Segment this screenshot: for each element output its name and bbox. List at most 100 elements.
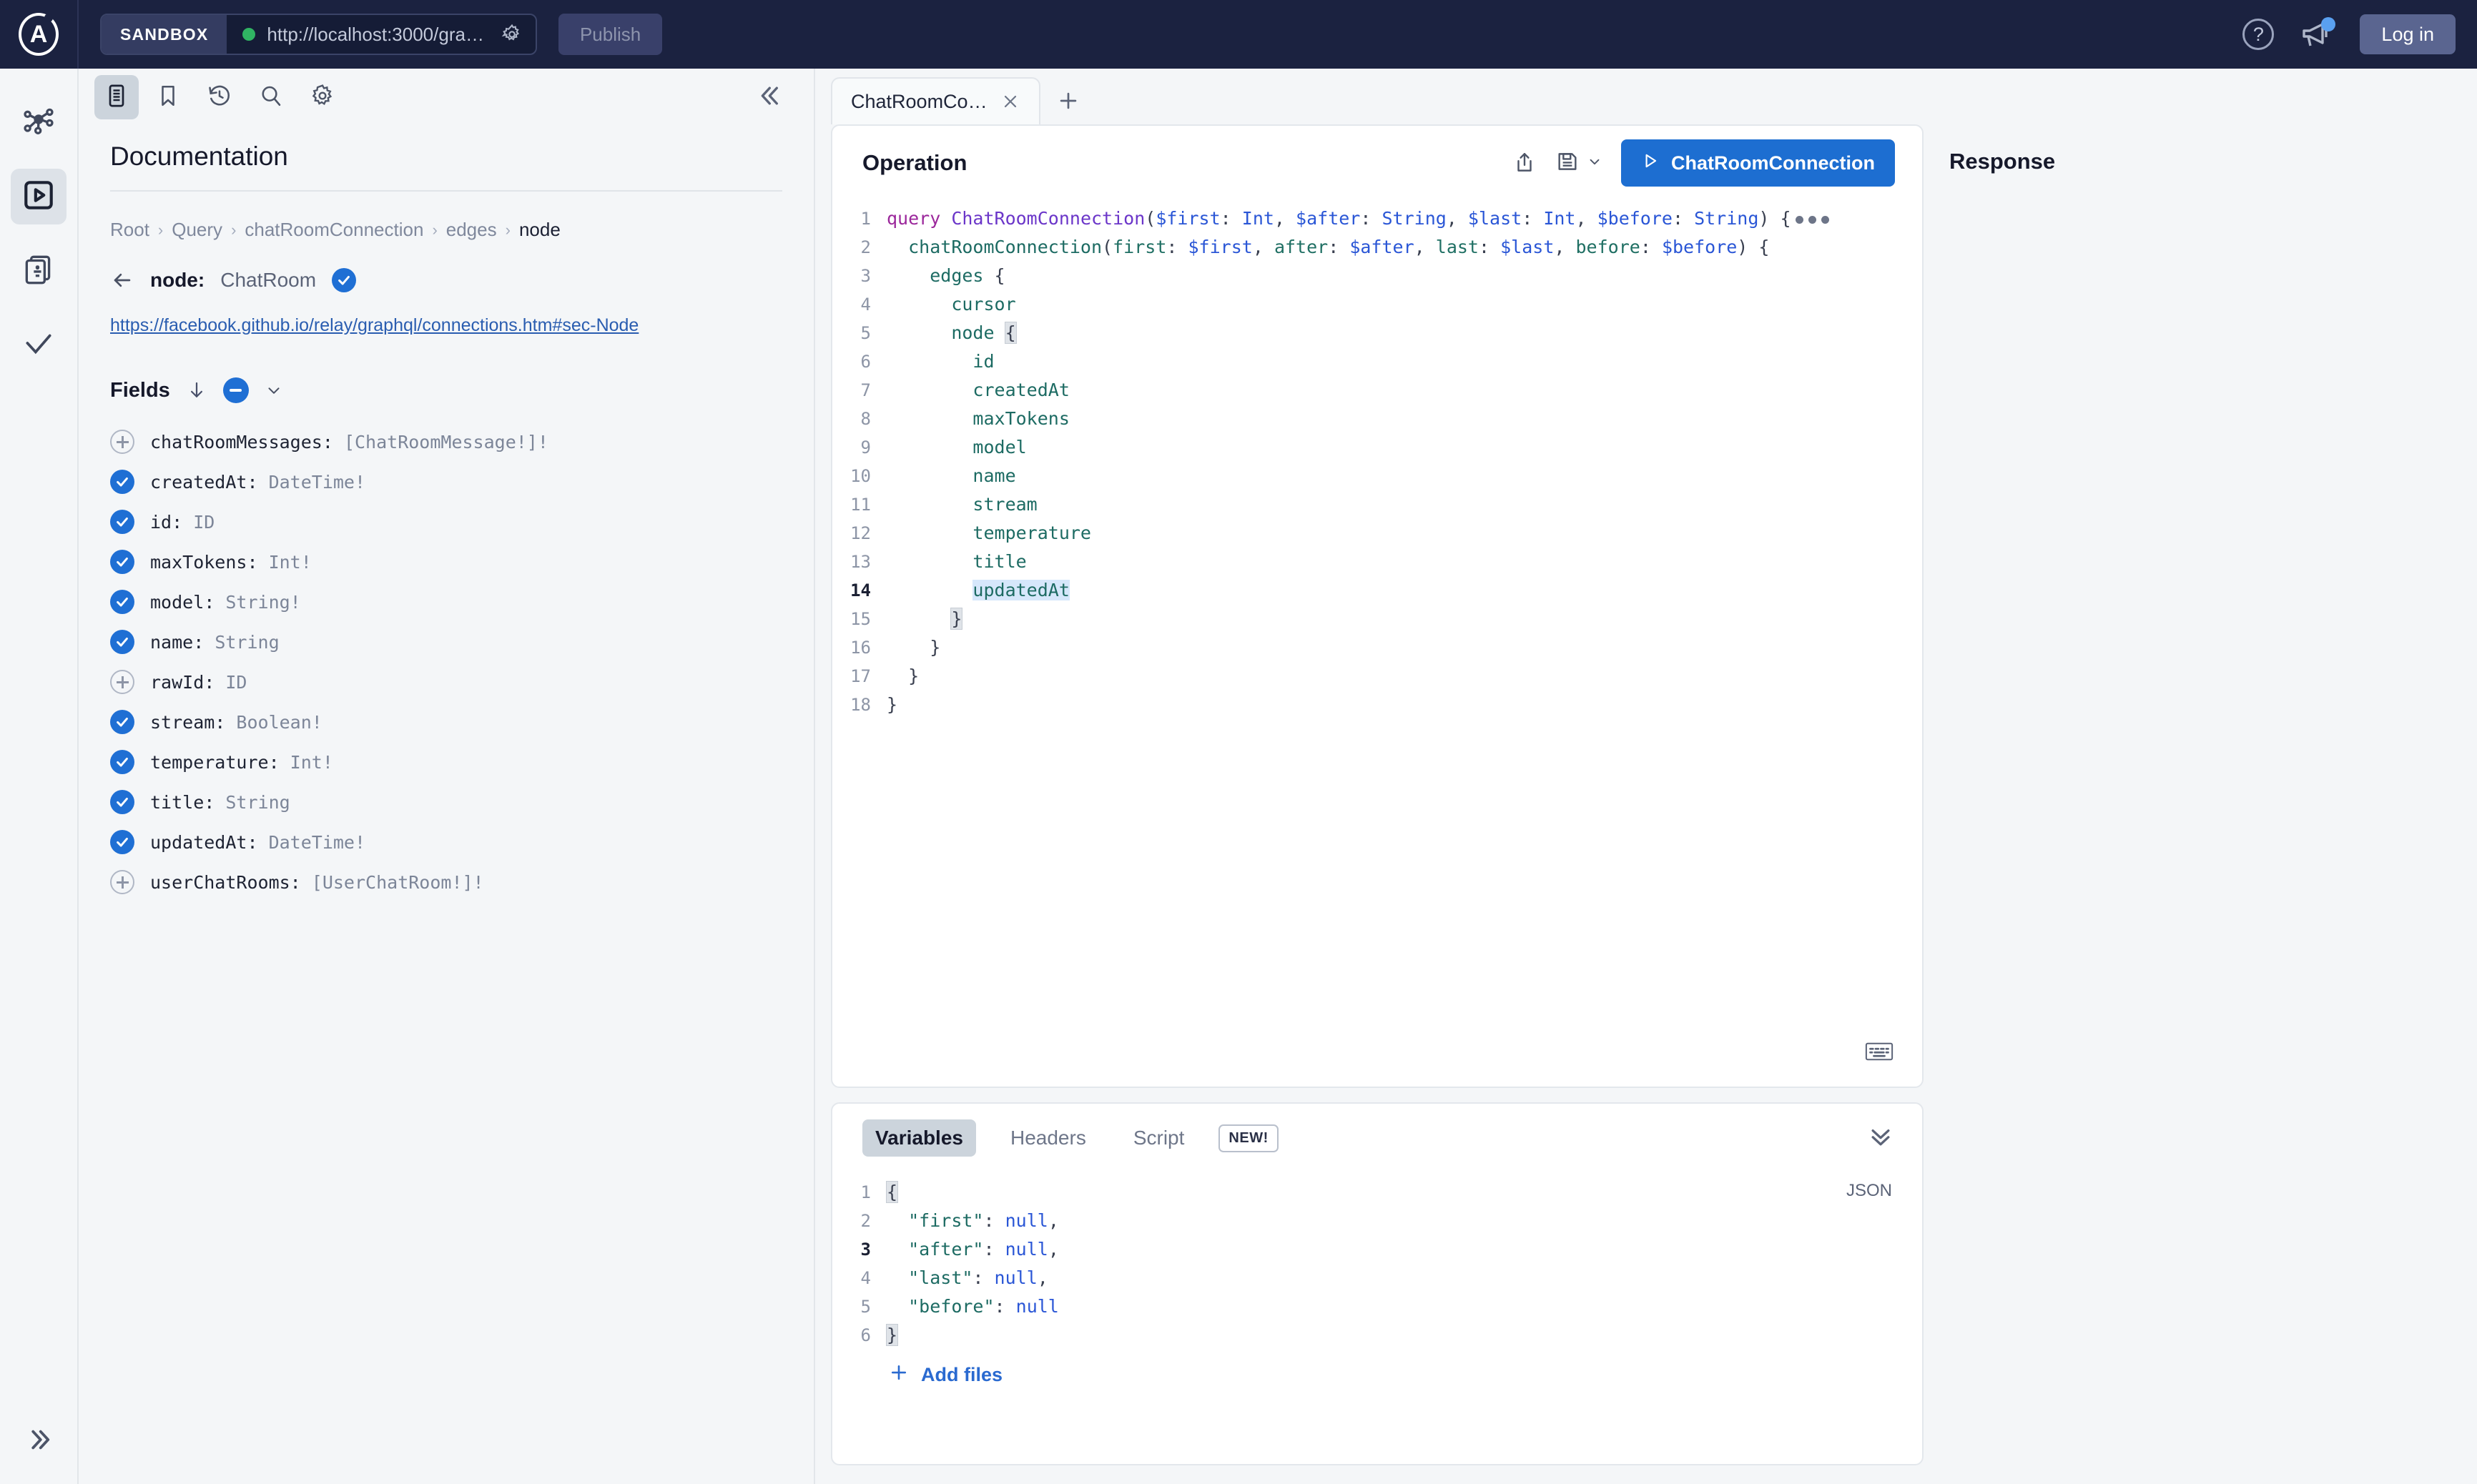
line-number: 1 (860, 1182, 871, 1202)
new-badge: NEW! (1218, 1124, 1279, 1152)
node-selected-checkbox[interactable] (332, 268, 357, 292)
field-row[interactable]: temperature: Int! (110, 742, 782, 782)
field-label: chatRoomMessages: [ChatRoomMessage!]! (150, 431, 548, 452)
page-title: Documentation (110, 126, 782, 192)
field-checkbox-checked[interactable] (110, 550, 134, 574)
field-row[interactable]: maxTokens: Int! (110, 542, 782, 582)
expand-rail-icon[interactable] (24, 1425, 54, 1458)
login-button[interactable]: Log in (2360, 14, 2456, 54)
field-add-icon[interactable] (110, 670, 134, 694)
tab-variables[interactable]: Variables (862, 1119, 976, 1157)
apollo-logo: A (0, 0, 79, 69)
publish-button[interactable]: Publish (558, 14, 663, 55)
field-checkbox-checked[interactable] (110, 470, 134, 494)
endpoint-settings-icon[interactable] (496, 24, 523, 45)
breadcrumb-item-chatroomconnection[interactable]: chatRoomConnection (245, 219, 423, 241)
operation-header: Operation ChatRoomConnection (832, 126, 1922, 200)
help-icon[interactable]: ? (2242, 19, 2275, 50)
json-line: 5 "before": null (832, 1292, 1922, 1321)
field-row[interactable]: name: String (110, 622, 782, 662)
rail-item-checks[interactable] (11, 243, 67, 299)
back-arrow-icon[interactable] (110, 268, 134, 292)
fields-list: chatRoomMessages: [ChatRoomMessage!]! cre… (110, 403, 782, 902)
field-add-icon[interactable] (110, 870, 134, 894)
field-row[interactable]: model: String! (110, 582, 782, 622)
rail-item-explorer[interactable] (11, 169, 67, 224)
docs-tab-documentation[interactable] (94, 75, 139, 119)
sort-arrow-icon[interactable] (186, 380, 207, 401)
announcements-megaphone-icon[interactable] (2300, 17, 2336, 50)
collapse-variables-icon[interactable] (1866, 1122, 1895, 1154)
rail-item-verify[interactable] (11, 317, 67, 373)
line-number: 7 (860, 380, 871, 400)
line-number: 4 (860, 1268, 871, 1288)
field-label: name: String (150, 631, 280, 653)
breadcrumb-item-edges[interactable]: edges (446, 219, 497, 241)
code-line: 2 chatRoomConnection(first: $first, afte… (832, 233, 1922, 262)
chevron-down-icon[interactable] (265, 381, 283, 400)
add-files-button[interactable]: Add files (832, 1350, 1922, 1400)
line-number: 1 (860, 209, 871, 229)
connection-status-dot (242, 28, 256, 41)
save-operation-button[interactable] (1555, 149, 1602, 177)
field-checkbox-checked[interactable] (110, 710, 134, 734)
field-checkbox-checked[interactable] (110, 630, 134, 654)
variables-editor[interactable]: 1{2 "first": null, 3 "after": null, 4 "las… (832, 1178, 1922, 1350)
tab-script[interactable]: Script (1121, 1119, 1198, 1157)
close-icon[interactable] (1000, 91, 1020, 112)
line-number: 6 (860, 1325, 871, 1345)
variables-card: Variables Headers Script NEW! JSON 1 {2… (831, 1102, 1924, 1465)
code-line: 6 id (832, 347, 1922, 376)
run-operation-label: ChatRoomConnection (1671, 152, 1875, 174)
documentation-icon (104, 83, 129, 112)
node-header: node: ChatRoom (110, 241, 782, 292)
field-row[interactable]: updatedAt: DateTime! (110, 822, 782, 862)
rail-item-graph[interactable] (11, 94, 67, 150)
field-row[interactable]: rawId: ID (110, 662, 782, 702)
line-number: 6 (860, 352, 871, 372)
field-label: maxTokens: Int! (150, 551, 312, 573)
field-row[interactable]: stream: Boolean! (110, 702, 782, 742)
json-line: 2 "first": null, (832, 1207, 1922, 1235)
add-tab-icon[interactable] (1045, 77, 1092, 124)
variables-editor-body: JSON 1{2 "first": null, 3 "after": null, 4… (832, 1172, 1922, 1464)
docs-tab-bookmarks[interactable] (146, 75, 190, 119)
left-rail (0, 69, 79, 1484)
endpoint-url[interactable]: http://localhost:3000/gra… (227, 15, 536, 54)
tab-headers[interactable]: Headers (998, 1119, 1099, 1157)
query-editor[interactable]: 1 query ChatRoomConnection($first: Int, $… (832, 200, 1922, 1087)
share-icon[interactable] (1512, 151, 1537, 175)
node-spec-link[interactable]: https://facebook.github.io/relay/graphql… (110, 292, 782, 336)
code-line: 12 temperature (832, 519, 1922, 548)
sandbox-badge: SANDBOX (102, 15, 227, 54)
endpoint-selector[interactable]: SANDBOX http://localhost:3000/gra… (100, 14, 537, 55)
field-checkbox-checked[interactable] (110, 830, 134, 854)
docs-tab-history[interactable] (197, 75, 242, 119)
code-text: } (930, 637, 941, 658)
breadcrumb-item-root[interactable]: Root (110, 219, 149, 241)
deselect-all-fields-toggle[interactable] (222, 377, 249, 403)
field-row[interactable]: title: String (110, 782, 782, 822)
keyboard-shortcuts-icon[interactable] (1865, 1042, 1894, 1065)
operation-tab[interactable]: ChatRoomCo… (831, 77, 1040, 124)
field-checkbox-checked[interactable] (110, 750, 134, 774)
field-checkbox-checked[interactable] (110, 790, 134, 814)
collapse-docs-icon[interactable] (757, 81, 785, 114)
run-operation-button[interactable]: ChatRoomConnection (1621, 139, 1895, 187)
breadcrumb-item-query[interactable]: Query (172, 219, 222, 241)
node-field-type[interactable]: ChatRoom (220, 269, 316, 292)
docs-tab-settings[interactable] (300, 75, 345, 119)
code-text: model (972, 437, 1027, 457)
field-row[interactable]: id: ID (110, 502, 782, 542)
search-icon (258, 83, 284, 112)
code-text: stream (972, 494, 1038, 515)
field-row[interactable]: createdAt: DateTime! (110, 462, 782, 502)
field-row[interactable]: chatRoomMessages: [ChatRoomMessage!]! (110, 422, 782, 462)
field-add-icon[interactable] (110, 430, 134, 454)
code-line: 14 updatedAt (832, 576, 1922, 605)
code-line: 15 } (832, 605, 1922, 633)
docs-tab-search[interactable] (249, 75, 293, 119)
field-row[interactable]: userChatRooms: [UserChatRoom!]! (110, 862, 782, 902)
field-checkbox-checked[interactable] (110, 510, 134, 534)
field-checkbox-checked[interactable] (110, 590, 134, 614)
